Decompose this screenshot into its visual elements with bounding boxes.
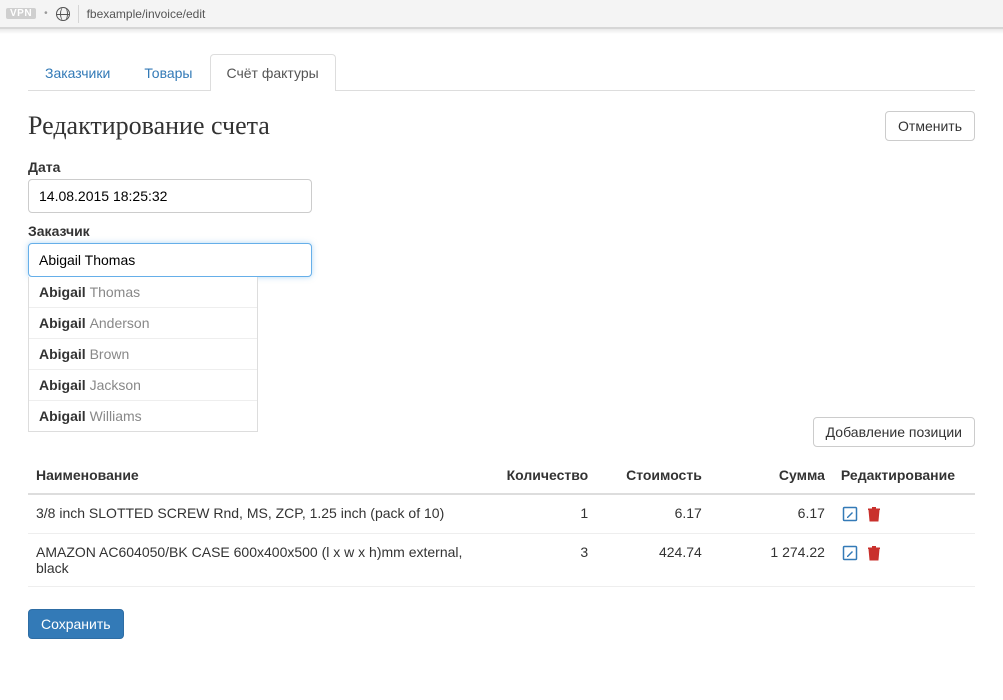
cell-sum: 1 274.22 — [710, 534, 833, 587]
cell-qty: 3 — [483, 534, 597, 587]
customer-suggestion[interactable]: Abigail Jackson — [29, 369, 257, 400]
edit-icon[interactable] — [841, 505, 859, 523]
customer-dropdown: Abigail Thomas Abigail Anderson Abigail … — [28, 277, 258, 432]
th-name: Наименование — [28, 457, 483, 494]
th-edit: Редактирование — [833, 457, 975, 494]
tab-invoices[interactable]: Счёт фактуры — [210, 54, 336, 91]
page-title: Редактирование счета — [28, 111, 270, 141]
trash-icon[interactable] — [865, 544, 883, 562]
cancel-button[interactable]: Отменить — [885, 111, 975, 141]
table-row: 3/8 inch SLOTTED SCREW Rnd, MS, ZCP, 1.2… — [28, 494, 975, 534]
add-position-button[interactable]: Добавление позиции — [813, 417, 975, 447]
chrome-divider — [78, 5, 79, 23]
customer-field-group: Заказчик Abigail Thomas Abigail Anderson… — [28, 223, 975, 277]
main-tabs: Заказчики Товары Счёт фактуры — [28, 54, 975, 91]
customer-suggestion[interactable]: Abigail Thomas — [29, 277, 257, 307]
cell-price: 6.17 — [596, 494, 710, 534]
table-row: AMAZON AC604050/BK CASE 600x400x500 (l x… — [28, 534, 975, 587]
edit-icon[interactable] — [841, 544, 859, 562]
save-button[interactable]: Сохранить — [28, 609, 124, 639]
th-price: Стоимость — [596, 457, 710, 494]
cell-actions — [833, 494, 975, 534]
th-qty: Количество — [483, 457, 597, 494]
date-input[interactable] — [28, 179, 312, 213]
customer-suggestion[interactable]: Abigail Anderson — [29, 307, 257, 338]
table-header-row: Наименование Количество Стоимость Сумма … — [28, 457, 975, 494]
browser-chrome-bar: VPN • fbexample/invoice/edit — [0, 0, 1003, 28]
cell-name: AMAZON AC604050/BK CASE 600x400x500 (l x… — [28, 534, 483, 587]
cell-name: 3/8 inch SLOTTED SCREW Rnd, MS, ZCP, 1.2… — [28, 494, 483, 534]
th-sum: Сумма — [710, 457, 833, 494]
customer-input[interactable] — [28, 243, 312, 277]
date-label: Дата — [28, 159, 975, 175]
browser-url: fbexample/invoice/edit — [87, 7, 206, 21]
date-field-group: Дата — [28, 159, 975, 213]
trash-icon[interactable] — [865, 505, 883, 523]
line-items-table: Наименование Количество Стоимость Сумма … — [28, 457, 975, 587]
chrome-dot: • — [44, 8, 48, 19]
vpn-badge: VPN — [6, 8, 36, 19]
cell-sum: 6.17 — [710, 494, 833, 534]
globe-icon — [56, 7, 70, 21]
tab-products[interactable]: Товары — [127, 54, 209, 91]
cell-price: 424.74 — [596, 534, 710, 587]
tab-customers[interactable]: Заказчики — [28, 54, 127, 91]
customer-label: Заказчик — [28, 223, 975, 239]
cell-actions — [833, 534, 975, 587]
cell-qty: 1 — [483, 494, 597, 534]
customer-suggestion[interactable]: Abigail Williams — [29, 400, 257, 431]
customer-suggestion[interactable]: Abigail Brown — [29, 338, 257, 369]
